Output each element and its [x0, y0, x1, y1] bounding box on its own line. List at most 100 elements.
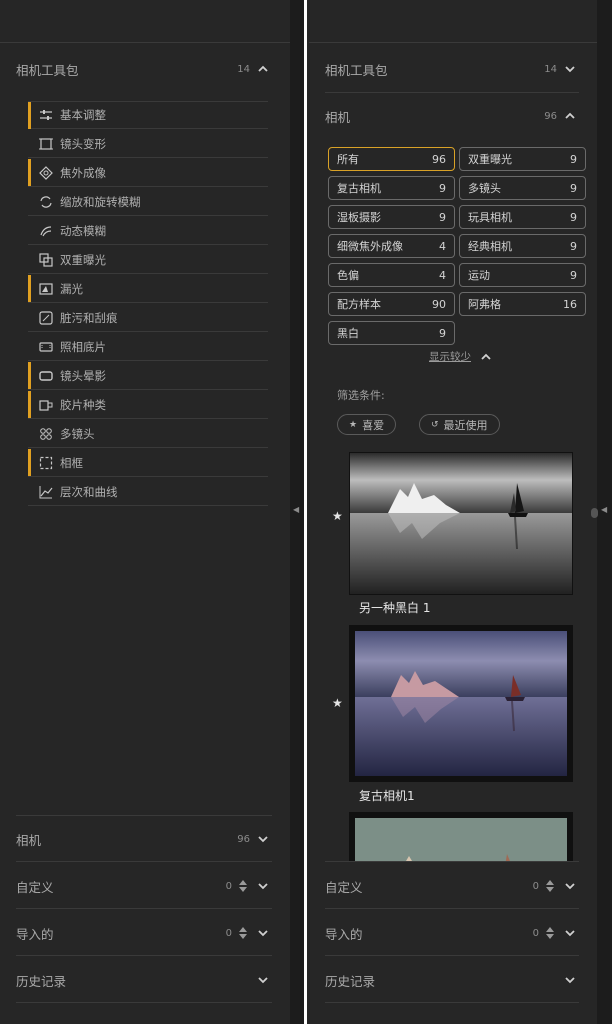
active-indicator: [28, 188, 31, 215]
left-panel: 相机工具包 14 基本调整 镜头变形 焦外成像 缩放和旋转模糊 动态模糊双重曝光漏光脏污…: [0, 0, 290, 1024]
section-title: 历史记录: [325, 973, 376, 989]
tool-label: 照相底片: [60, 339, 106, 354]
chevron-up-icon[interactable]: [256, 62, 270, 76]
chevron-up-icon[interactable]: [563, 109, 577, 123]
category-name: 黑白: [337, 327, 359, 340]
preset-thumbnail[interactable]: [349, 452, 573, 595]
section-history[interactable]: 历史记录: [0, 957, 290, 1003]
category-button[interactable]: 阿弗格 16: [459, 292, 586, 316]
favorite-star-icon[interactable]: ★: [332, 696, 343, 710]
category-count: 9: [439, 210, 446, 224]
category-count: 9: [570, 210, 577, 224]
category-button[interactable]: 湿板摄影 9: [328, 205, 455, 229]
section-imported[interactable]: 导入的 0: [309, 910, 597, 956]
collapse-left-arrow-icon[interactable]: ◀: [601, 505, 607, 514]
tool-label: 漏光: [60, 281, 83, 296]
section-custom[interactable]: 自定义 0: [309, 863, 597, 909]
section-title: 相机工具包: [16, 62, 79, 78]
category-button[interactable]: 多镜头 9: [459, 176, 586, 200]
chevron-up-icon: [481, 353, 491, 360]
category-button[interactable]: 玩具相机 9: [459, 205, 586, 229]
category-count: 4: [439, 268, 446, 282]
show-less-label: 显示较少: [429, 351, 471, 363]
chevron-down-icon[interactable]: [563, 879, 577, 893]
dirt-scratch-icon: [39, 310, 53, 325]
separator: [16, 1002, 272, 1003]
chevron-down-icon[interactable]: [256, 879, 270, 893]
section-title: 自定义: [325, 879, 363, 895]
active-indicator: [28, 246, 31, 273]
category-name: 经典相机: [468, 240, 512, 253]
film-negative-icon: [39, 341, 53, 352]
category-name: 复古相机: [337, 182, 381, 195]
tool-item[interactable]: 漏光: [28, 275, 268, 303]
category-name: 湿板摄影: [337, 211, 381, 224]
tool-item[interactable]: 镜头变形: [28, 130, 268, 158]
section-count: 0: [225, 880, 232, 892]
active-indicator: [28, 217, 31, 244]
favorite-star-icon[interactable]: ★: [332, 509, 343, 523]
category-button[interactable]: 黑白 9: [328, 321, 455, 345]
category-button[interactable]: 色偏 4: [328, 263, 455, 287]
sort-updown-icon[interactable]: [238, 879, 248, 893]
tool-item[interactable]: 动态模糊: [28, 217, 268, 245]
rotate-arrows-icon: [40, 195, 52, 208]
section-camera[interactable]: 相机 96: [309, 93, 597, 139]
chevron-down-icon[interactable]: [256, 973, 270, 987]
sort-updown-icon[interactable]: [238, 926, 248, 940]
tool-item[interactable]: 双重曝光: [28, 246, 268, 274]
section-camera-toolkit[interactable]: 相机工具包 14: [309, 46, 597, 92]
collapse-left-arrow-icon[interactable]: ◀: [293, 505, 299, 514]
tool-item[interactable]: 胶片种类: [28, 391, 268, 419]
category-button[interactable]: 复古相机 9: [328, 176, 455, 200]
section-count: 0: [532, 927, 539, 939]
top-toolbar-strip: [309, 0, 597, 43]
section-title: 相机: [16, 832, 42, 848]
active-indicator: [28, 391, 31, 418]
tool-item[interactable]: 多镜头: [28, 420, 268, 448]
tool-label: 双重曝光: [60, 252, 106, 267]
section-camera[interactable]: 相机 96: [0, 816, 290, 862]
chevron-down-icon[interactable]: [256, 926, 270, 940]
sort-updown-icon[interactable]: [545, 926, 555, 940]
category-button[interactable]: 所有 96: [328, 147, 455, 171]
tool-item[interactable]: 脏污和刮痕: [28, 304, 268, 332]
category-button[interactable]: 双重曝光 9: [459, 147, 586, 171]
category-name: 玩具相机: [468, 211, 512, 224]
category-name: 配方样本: [337, 298, 381, 311]
recent-filter-chip[interactable]: ↺ 最近使用: [419, 414, 500, 435]
chevron-down-icon[interactable]: [256, 832, 270, 846]
left-collapse-strip[interactable]: ◀: [290, 0, 304, 1024]
category-name: 双重曝光: [468, 153, 512, 166]
preset-photo-vintage: [355, 631, 567, 776]
tool-item[interactable]: 焦外成像: [28, 159, 268, 187]
preset-photo-teal: [355, 818, 567, 866]
show-less-link[interactable]: 显示较少: [429, 349, 493, 364]
favorite-filter-chip[interactable]: ★ 喜爱: [337, 414, 397, 435]
tool-label: 层次和曲线: [60, 484, 118, 499]
section-camera-toolkit[interactable]: 相机工具包 14: [0, 46, 290, 92]
active-indicator: [28, 159, 31, 186]
chevron-down-icon[interactable]: [563, 973, 577, 987]
section-imported[interactable]: 导入的 0: [0, 910, 290, 956]
tool-item[interactable]: 照相底片: [28, 333, 268, 361]
category-button[interactable]: 经典相机 9: [459, 234, 586, 258]
tool-item[interactable]: 缩放和旋转模糊: [28, 188, 268, 216]
chevron-down-icon[interactable]: [563, 926, 577, 940]
category-name: 细微焦外成像: [337, 240, 403, 253]
chevron-down-icon[interactable]: [563, 62, 577, 76]
sort-updown-icon[interactable]: [545, 879, 555, 893]
preset-thumbnail[interactable]: [349, 625, 573, 782]
section-history[interactable]: 历史记录: [309, 957, 597, 1003]
scroll-handle[interactable]: [591, 508, 598, 518]
category-button[interactable]: 配方样本 90: [328, 292, 455, 316]
category-button[interactable]: 运动 9: [459, 263, 586, 287]
tool-item[interactable]: 相框: [28, 449, 268, 477]
category-button[interactable]: 细微焦外成像 4: [328, 234, 455, 258]
tool-item[interactable]: 镜头晕影: [28, 362, 268, 390]
tool-item[interactable]: 层次和曲线: [28, 478, 268, 506]
section-custom[interactable]: 自定义 0: [0, 863, 290, 909]
right-collapse-strip[interactable]: ◀: [591, 0, 612, 1024]
active-indicator: [28, 449, 31, 476]
tool-item[interactable]: 基本调整: [28, 101, 268, 129]
